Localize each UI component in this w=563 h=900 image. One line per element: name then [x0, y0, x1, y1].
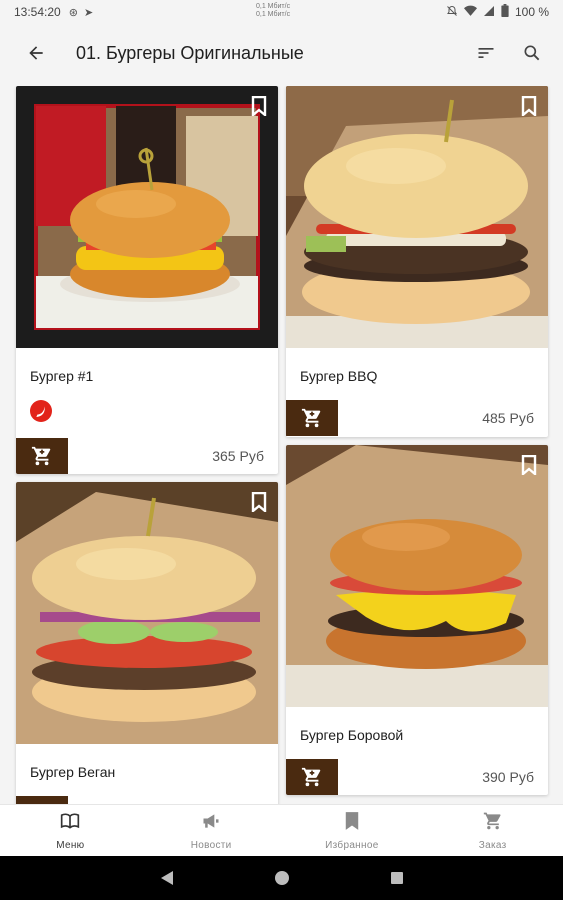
home-circle-icon[interactable] — [274, 870, 290, 886]
nav-tab-order[interactable]: Заказ — [422, 805, 563, 856]
network-speed: 0,1 Мбит/с 0,1 Мбит/с — [256, 3, 291, 18]
product-price: 390 Руб — [482, 769, 534, 785]
nav-tab-menu[interactable]: Меню — [0, 805, 141, 856]
page-title: 01. Бургеры Оригинальные — [76, 42, 304, 63]
mute-icon — [446, 5, 458, 20]
product-card[interactable]: Бургер BBQ 485 Руб — [286, 86, 548, 437]
product-grid: Бургер #1 365 Руб Бургер BBQ 485 Руб Бур… — [0, 86, 563, 804]
add-to-cart-button[interactable] — [16, 438, 68, 474]
product-price: 485 Руб — [482, 410, 534, 426]
back-triangle-icon[interactable] — [160, 870, 174, 886]
bookmark-icon — [344, 811, 360, 836]
bookmark-icon[interactable] — [520, 95, 538, 118]
battery-icon — [501, 4, 509, 20]
vpn-icon: ⊛ — [68, 6, 78, 19]
nav-tab-news[interactable]: Новости — [141, 805, 282, 856]
telegram-icon: ➤ — [83, 6, 94, 19]
app-bar: 01. Бургеры Оригинальные — [0, 24, 563, 82]
status-time: 13:54:20 — [14, 5, 61, 19]
add-to-cart-button[interactable] — [286, 400, 338, 436]
product-name: Бургер BBQ — [300, 368, 378, 384]
product-image — [286, 86, 548, 348]
book-icon — [60, 811, 80, 836]
add-to-cart-button[interactable] — [16, 796, 68, 804]
product-name: Бургер Боровой — [300, 727, 404, 743]
wifi-icon — [463, 5, 477, 20]
product-card[interactable]: Бургер Боровой 390 Руб — [286, 445, 548, 795]
battery-level: 100 % — [514, 5, 549, 19]
signal-icon — [483, 5, 495, 20]
nav-label: Новости — [190, 839, 232, 851]
product-card[interactable]: Бургер Веган — [16, 482, 278, 804]
bookmark-icon[interactable] — [520, 454, 538, 477]
product-image — [16, 86, 278, 348]
product-image — [16, 482, 278, 744]
recents-square-icon[interactable] — [390, 871, 404, 885]
arrow-back-icon[interactable] — [24, 41, 48, 65]
product-card[interactable]: Бургер #1 365 Руб — [16, 86, 278, 474]
product-price: 365 Руб — [212, 448, 264, 464]
chili-pepper-icon — [30, 400, 52, 422]
sort-icon[interactable] — [475, 42, 497, 64]
bookmark-icon[interactable] — [250, 491, 268, 514]
search-icon[interactable] — [521, 42, 543, 64]
nav-label: Меню — [56, 839, 85, 851]
nav-label: Заказ — [478, 839, 507, 851]
system-navigation-bar — [0, 856, 563, 900]
cart-icon — [483, 811, 503, 836]
bottom-navigation: Меню Новости Избранное Заказ — [0, 804, 563, 856]
bookmark-icon[interactable] — [250, 95, 268, 118]
product-image — [286, 445, 548, 707]
product-name: Бургер Веган — [30, 764, 116, 780]
megaphone-icon — [201, 811, 221, 836]
nav-label: Избранное — [325, 839, 379, 851]
nav-tab-favorites[interactable]: Избранное — [282, 805, 423, 856]
status-bar: 13:54:20 ⊛ ➤ 0,1 Мбит/с 0,1 Мбит/с 100 % — [0, 0, 563, 24]
status-right: 100 % — [446, 4, 549, 20]
add-to-cart-button[interactable] — [286, 759, 338, 795]
product-name: Бургер #1 — [30, 368, 94, 384]
